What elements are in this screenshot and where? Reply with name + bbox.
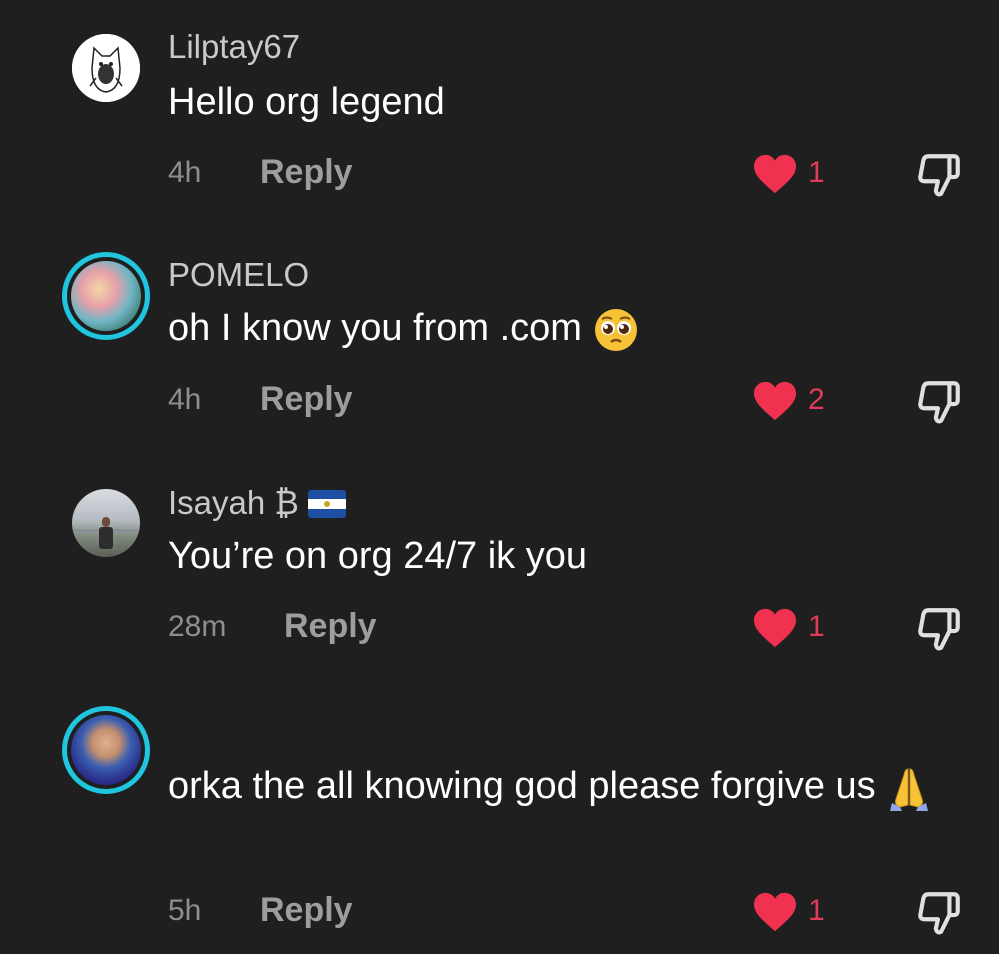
- like-count: 1: [808, 156, 825, 189]
- pleading-face-emoji: [594, 308, 637, 351]
- comment-text: Hello org legend: [168, 81, 445, 123]
- timestamp: 5h: [168, 894, 202, 927]
- avatar[interactable]: [62, 706, 150, 794]
- dislike-icon[interactable]: [914, 377, 964, 427]
- reply-button[interactable]: Reply: [260, 890, 353, 930]
- username[interactable]: Isayah ₿: [168, 483, 346, 523]
- heart-icon[interactable]: [752, 891, 798, 933]
- dislike-icon[interactable]: [914, 150, 964, 200]
- timestamp: 28m: [168, 610, 227, 643]
- heart-icon[interactable]: [752, 380, 798, 422]
- username[interactable]: POMELO: [168, 255, 309, 295]
- like-count: 1: [808, 894, 825, 927]
- reply-button[interactable]: Reply: [284, 606, 377, 646]
- reply-button[interactable]: Reply: [260, 152, 353, 192]
- heart-icon[interactable]: [752, 607, 798, 649]
- cartoon-avatar-image: [72, 34, 140, 102]
- avatar[interactable]: [72, 489, 140, 557]
- timestamp: 4h: [168, 383, 202, 416]
- timestamp: 4h: [168, 156, 202, 189]
- username[interactable]: Lilptay67: [168, 27, 300, 67]
- comment-text-content: oh I know you from .com: [168, 307, 582, 349]
- comment-text-content: orka the all knowing god please forgive …: [168, 765, 876, 807]
- person-photo-avatar: [72, 517, 140, 549]
- el-salvador-flag-icon: [308, 490, 346, 518]
- like-count: 1: [808, 610, 825, 643]
- comment-text: You’re on org 24/7 ik you: [168, 535, 588, 577]
- folded-hands-emoji: [890, 768, 929, 811]
- avatar[interactable]: [62, 252, 150, 340]
- dislike-icon[interactable]: [914, 604, 964, 654]
- avatar[interactable]: [72, 34, 140, 102]
- avatar-ring: [67, 257, 145, 335]
- reply-button[interactable]: Reply: [260, 379, 353, 419]
- anime-avatar-image: [71, 261, 141, 331]
- like-count: 2: [808, 383, 825, 416]
- dislike-icon[interactable]: [914, 888, 964, 938]
- comment-text: orka the all knowing god please forgive …: [168, 757, 958, 815]
- avatar-ring: [67, 711, 145, 789]
- person-photo-avatar: [71, 715, 141, 785]
- username-text: Isayah ₿: [168, 484, 299, 521]
- comment-text: oh I know you from .com: [168, 299, 958, 357]
- heart-icon[interactable]: [752, 153, 798, 195]
